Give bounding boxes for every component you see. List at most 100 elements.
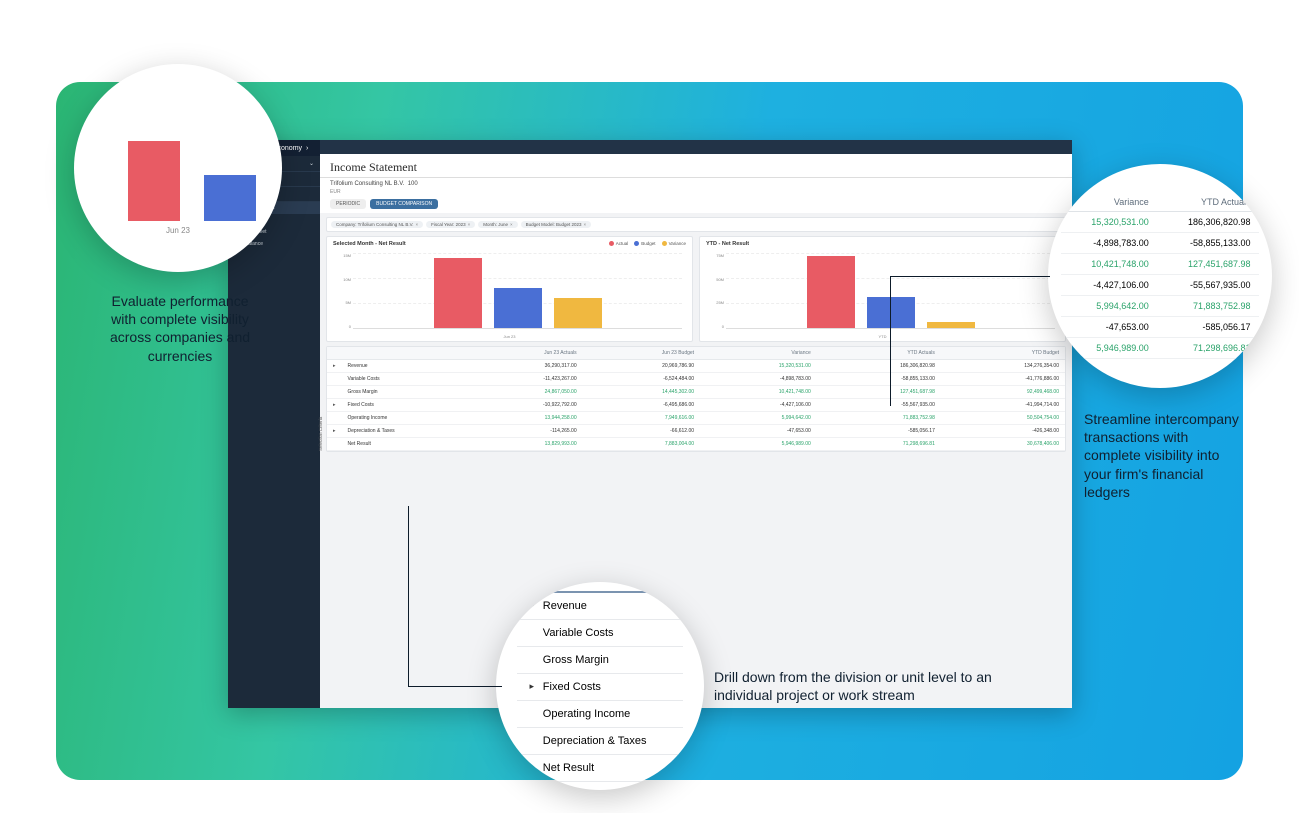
cell-value: 5,946,989.00 (700, 438, 817, 451)
table-row[interactable]: ▸Depreciation & Taxes-114,265.00-66,612.… (327, 425, 1065, 438)
chart-ytd: YTD - Net Result 75M 50M 25M 0 (699, 236, 1066, 342)
list-label: Variable Costs (543, 627, 614, 639)
cell-value: 71,298,696.81 (1157, 338, 1259, 359)
view-tabs: PERIODIC BUDGET COMPARISON (330, 199, 1062, 209)
bar-actual (128, 141, 180, 221)
page-title: Income Statement (320, 154, 1072, 178)
list-item[interactable]: ▸ Fixed Costs (517, 674, 683, 701)
cell-value: 36,290,317.00 (462, 360, 583, 373)
callout-mini-chart: Jun 23 (95, 95, 261, 241)
cell-value: -4,898,783.00 (1061, 233, 1156, 254)
callout-text-top-left: Evaluate performance with complete visib… (100, 292, 260, 365)
expand-arrow-icon (327, 438, 342, 451)
expand-arrow-icon[interactable]: ▸ (327, 399, 342, 412)
x-axis-label: Jun 23 (95, 226, 261, 235)
col-header[interactable]: Jun 23 Budget (583, 347, 700, 360)
x-axis-label: Jun 23 (333, 334, 686, 339)
list-item[interactable]: Operating Income (517, 701, 683, 728)
close-icon[interactable]: × (510, 222, 513, 227)
cell-value: 24,867,050.00 (462, 386, 583, 399)
cell-value: 127,451,687.98 (1157, 254, 1259, 275)
plot-area (353, 253, 682, 329)
table-row[interactable]: Operating Income13,944,258.007,949,616.0… (327, 412, 1065, 425)
y-tick: 0 (333, 324, 351, 329)
callout-circle-right: Variance YTD Actuals 15,320,531.00186,30… (1048, 164, 1272, 388)
col-header: YTD Actuals (1157, 193, 1259, 212)
row-name: Gross Margin (342, 386, 462, 399)
cell-value: 14,445,302.00 (583, 386, 700, 399)
list-item[interactable]: Variable Costs (517, 620, 683, 647)
filter-label: Fiscal Year: 2023 (431, 222, 466, 227)
col-header[interactable]: Variance (700, 347, 817, 360)
callout-circle-top-left: Jun 23 (74, 64, 282, 272)
bar-variance (554, 298, 602, 328)
cell-value: -47,653.00 (700, 425, 817, 438)
row-name: Fixed Costs (342, 399, 462, 412)
charts-row: Selected Month - Net Result Actual Budge… (326, 236, 1066, 342)
callout-text-right: Streamline intercompany transactions wit… (1084, 410, 1244, 501)
y-tick: 15M (333, 253, 351, 258)
row-name: Net Result (342, 438, 462, 451)
table-row[interactable]: Variable Costs-11,423,267.00-6,524,484.0… (327, 373, 1065, 386)
cell-value: 13,829,993.00 (462, 438, 583, 451)
cell-value: 92,499,468.00 (941, 386, 1065, 399)
list-item[interactable]: Gross Margin (517, 647, 683, 674)
chart-body: 15M 10M 5M 0 (333, 253, 686, 339)
data-table: Jun 23 Actuals Jun 23 Budget Variance YT… (327, 347, 1065, 451)
expand-arrow-icon[interactable]: ▸ (527, 681, 537, 692)
expand-arrow-icon[interactable]: ▸ (327, 360, 342, 373)
expand-arrow-icon (327, 373, 342, 386)
filter-fiscal-year[interactable]: Fiscal Year: 2023× (426, 221, 475, 228)
list-label: Fixed Costs (543, 681, 601, 693)
cell-value: 186,306,820.98 (1157, 212, 1259, 233)
cell-value: -6,495,686.00 (583, 399, 700, 412)
tab-budget-comparison[interactable]: BUDGET COMPARISON (370, 199, 438, 209)
income-statement-table: Jun 23 Actuals Jun 23 Budget Variance YT… (326, 346, 1066, 452)
main-pane: Income Statement Trifolium Consulting NL… (320, 140, 1072, 708)
filter-month[interactable]: Month: June× (478, 221, 517, 228)
cell-value: -41,776,886.00 (941, 373, 1065, 386)
row-name: Revenue (342, 360, 462, 373)
filter-company[interactable]: Company: Trifolium Consulting NL B.V.× (331, 221, 423, 228)
col-expand (327, 347, 342, 360)
table-row: 5,994,642.0071,883,752.98 (1061, 296, 1258, 317)
close-icon[interactable]: × (415, 222, 418, 227)
table-row[interactable]: ▸Fixed Costs-10,922,792.00-6,495,686.00-… (327, 399, 1065, 412)
company-number: 100 (408, 181, 418, 187)
row-name: Operating Income (342, 412, 462, 425)
expand-arrow-icon (327, 412, 342, 425)
callout-table: Variance YTD Actuals 15,320,531.00186,30… (1061, 193, 1258, 359)
list-label: Revenue (543, 600, 587, 612)
y-tick: 10M (333, 277, 351, 282)
close-icon[interactable]: × (468, 222, 471, 227)
list-label: Net Result (543, 762, 594, 774)
cell-value: -4,898,783.00 (700, 373, 817, 386)
cell-value: 50,504,754.00 (941, 412, 1065, 425)
cell-value: -585,056.17 (817, 425, 941, 438)
chart-legend: Actual Budget Variance (609, 241, 686, 246)
table-row[interactable]: Gross Margin24,867,050.0014,445,302.0010… (327, 386, 1065, 399)
callout-connector (890, 276, 1050, 277)
expand-arrow-icon[interactable]: ▸ (327, 425, 342, 438)
table-row[interactable]: Net Result13,829,993.007,883,004.005,946… (327, 438, 1065, 451)
list-item[interactable]: Depreciation & Taxes (517, 728, 683, 755)
filter-budget-model[interactable]: Budget Model: Budget 2023× (521, 221, 591, 228)
col-header[interactable]: YTD Budget (941, 347, 1065, 360)
row-name: Variable Costs (342, 373, 462, 386)
bar-budget (204, 175, 256, 221)
bar-actual (807, 256, 855, 328)
callout-text-bottom: Drill down from the division or unit lev… (714, 668, 1034, 704)
expand-arrow-icon (327, 386, 342, 399)
col-name (342, 347, 462, 360)
col-header[interactable]: YTD Actuals (817, 347, 941, 360)
close-icon[interactable]: × (583, 222, 586, 227)
table-row: -47,653.00-585,056.17 (1061, 317, 1258, 338)
chevron-right-icon: › (306, 145, 308, 152)
table-row[interactable]: ▸Revenue36,290,317.0020,969,786.9015,320… (327, 360, 1065, 373)
callout-row-list: ▸ Revenue Variable Costs Gross Margin ▸ Fi… (517, 591, 683, 782)
callout-connector (408, 686, 502, 687)
cell-value: -11,423,267.00 (462, 373, 583, 386)
tab-periodic[interactable]: PERIODIC (330, 199, 366, 209)
col-header[interactable]: Jun 23 Actuals (462, 347, 583, 360)
cell-value: 186,306,820.98 (817, 360, 941, 373)
